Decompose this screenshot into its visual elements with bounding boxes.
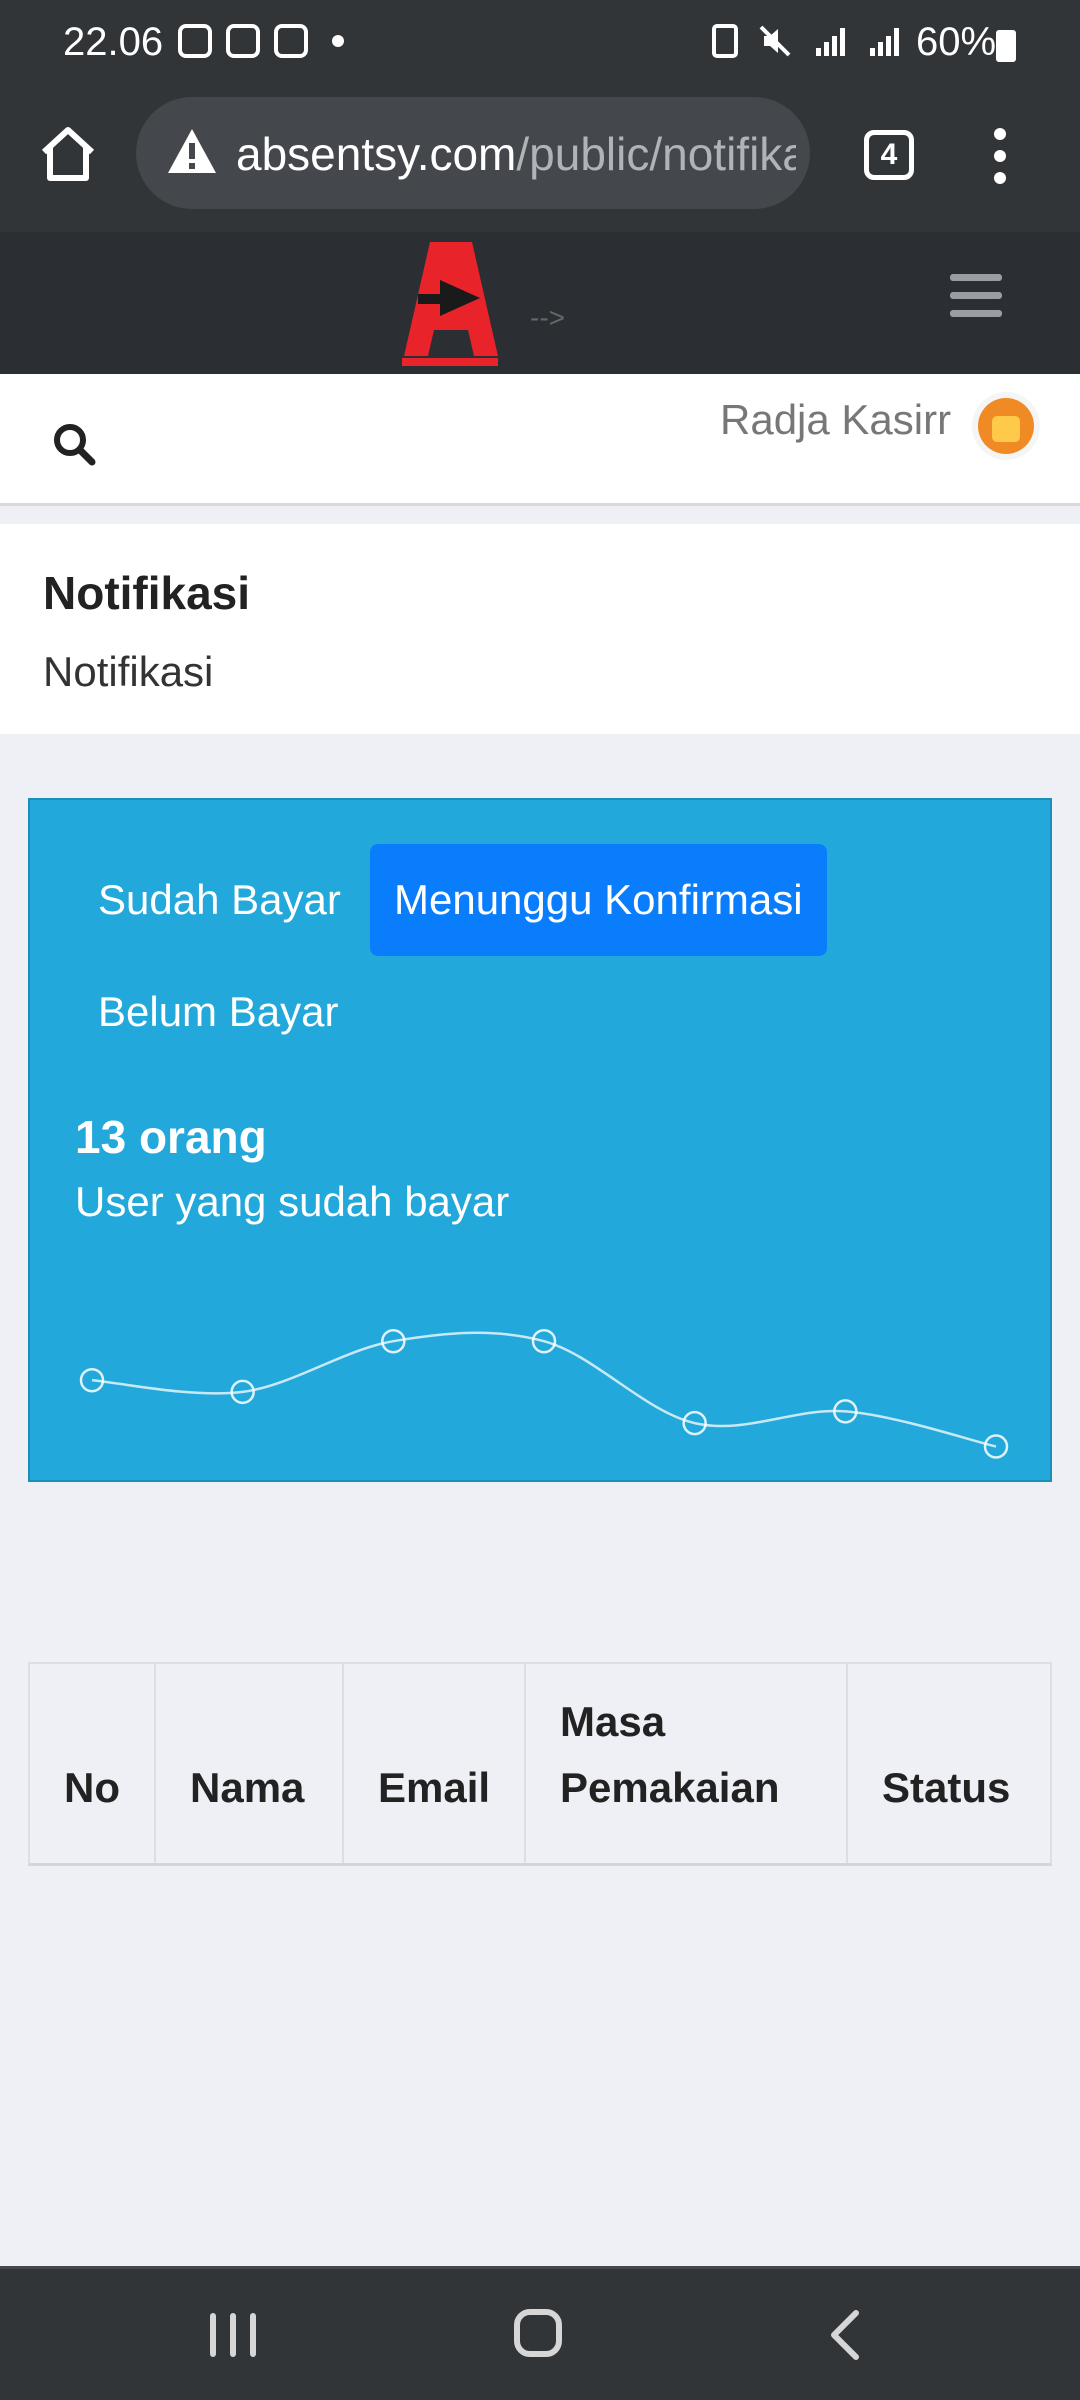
home-icon[interactable] [36, 122, 100, 186]
mute-icon [759, 25, 791, 57]
instagram-icon [226, 24, 260, 58]
back-icon[interactable] [826, 2309, 862, 2361]
tab-menunggu-konfirmasi[interactable]: Menunggu Konfirmasi [370, 844, 827, 956]
notification-icons [178, 24, 344, 58]
search-icon[interactable] [52, 422, 96, 466]
signal-4g-icon [812, 24, 846, 58]
stat-count: 13 orang [75, 1111, 267, 1163]
browser-menu-icon[interactable] [994, 128, 1008, 184]
sparkline-chart [79, 1328, 1009, 1459]
user-bar: Radja Kasirr [0, 374, 1080, 506]
gallery-icon [274, 24, 308, 58]
tab-switcher-button[interactable]: 4 [864, 130, 914, 180]
user-name[interactable]: Radja Kasirr [720, 396, 951, 444]
browser-toolbar: absentsy.com/public/notifikasi 4 [0, 92, 1080, 232]
notification-table: No Nama Email Masa Pemakaian Status [28, 1662, 1052, 1866]
avatar[interactable] [978, 398, 1034, 454]
column-header-status[interactable]: Status [848, 1664, 1050, 1863]
logo-arrow-text: --> [530, 302, 565, 333]
url-path: /public/notifikasi [516, 128, 796, 180]
url-host: absentsy.com [236, 128, 517, 180]
more-notifications-icon [332, 35, 344, 47]
status-time: 22.06 [63, 20, 164, 64]
signal-icon [866, 24, 900, 58]
system-icons [712, 24, 900, 58]
column-header-masa-pemakaian[interactable]: Masa Pemakaian [526, 1664, 848, 1863]
column-header-no[interactable]: No [30, 1664, 156, 1863]
battery-percent: 60% [916, 20, 997, 64]
warning-icon[interactable] [166, 127, 218, 175]
breadcrumb: Notifikasi [43, 648, 214, 695]
app-header: --> [0, 232, 1080, 374]
battery-icon [996, 30, 1016, 62]
status-bar: 22.06 60% [0, 0, 1080, 92]
page-title: Notifikasi [43, 567, 251, 619]
page-heading: Notifikasi Notifikasi [0, 524, 1080, 734]
hamburger-menu-icon[interactable] [950, 274, 1002, 320]
tab-belum-bayar[interactable]: Belum Bayar [74, 956, 362, 1068]
battery-saver-icon [712, 24, 738, 58]
stat-label: User yang sudah bayar [75, 1178, 510, 1225]
tab-sudah-bayar[interactable]: Sudah Bayar [74, 844, 365, 956]
home-icon[interactable] [514, 2309, 562, 2357]
recent-apps-icon[interactable] [210, 2313, 258, 2357]
column-header-email[interactable]: Email [344, 1664, 526, 1863]
system-nav-bar [0, 2266, 1080, 2400]
url-text[interactable]: absentsy.com/public/notifikasi [236, 127, 796, 181]
sparkline-series-line [91, 1331, 997, 1448]
address-bar[interactable]: absentsy.com/public/notifikasi [136, 97, 810, 209]
lazada-icon [178, 24, 212, 58]
payment-status-card: Sudah Bayar Menunggu Konfirmasi Belum Ba… [28, 798, 1052, 1482]
column-header-nama[interactable]: Nama [156, 1664, 344, 1863]
absentsy-logo[interactable] [400, 240, 500, 366]
